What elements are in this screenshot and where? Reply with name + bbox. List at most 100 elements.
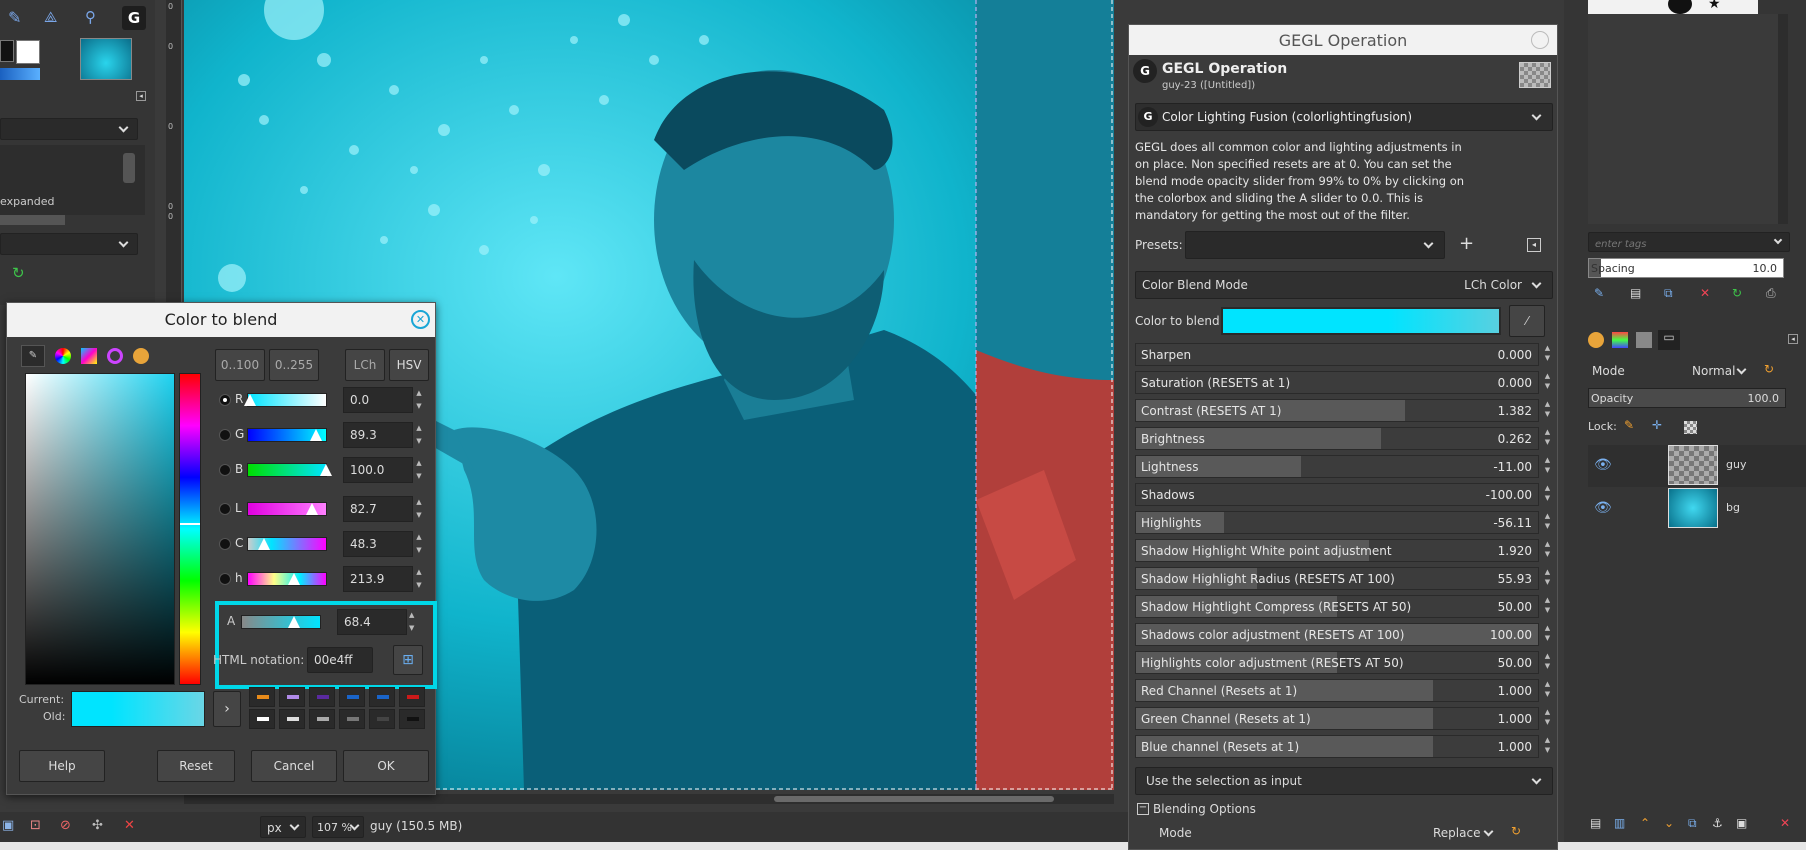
tags-input[interactable]: enter tags: [1588, 232, 1790, 252]
presets-select[interactable]: [1185, 231, 1445, 259]
channel-row-g[interactable]: G 89.3 ▲ ▼: [217, 422, 427, 448]
layers-menu-icon[interactable]: ◂: [1788, 334, 1798, 344]
tool-preset-select[interactable]: [0, 233, 138, 255]
layer-name[interactable]: bg: [1726, 501, 1740, 514]
canvas-hscrollbar[interactable]: [184, 794, 1114, 804]
channel-value[interactable]: 82.7: [343, 496, 413, 522]
alpha-value[interactable]: 68.4: [337, 609, 407, 635]
refresh-brushes-icon[interactable]: ↻: [1732, 286, 1742, 300]
parameter-slider[interactable]: Shadow Highlight White point adjustment 1…: [1135, 539, 1539, 562]
cancel-button[interactable]: Cancel: [251, 750, 337, 782]
layer-name[interactable]: guy: [1726, 458, 1746, 471]
duplicate-brush-icon[interactable]: ⧉: [1664, 286, 1673, 301]
channels-tab-icon[interactable]: [1612, 332, 1628, 348]
history-swatch[interactable]: [369, 709, 395, 729]
dock-icon-4[interactable]: ✣: [92, 818, 103, 833]
lower-layer-icon[interactable]: ⌄: [1664, 816, 1674, 830]
channel-value[interactable]: 100.0: [343, 457, 413, 483]
channel-spin[interactable]: ▲ ▼: [413, 496, 425, 522]
color-picker-icon[interactable]: ⊞: [393, 645, 423, 675]
lock-position-icon[interactable]: ✛: [1652, 418, 1662, 432]
channel-slider[interactable]: [247, 463, 332, 477]
add-preset-icon[interactable]: +: [1459, 233, 1474, 254]
selection-input-select[interactable]: Use the selection as input: [1135, 767, 1553, 795]
wheel-tab-icon[interactable]: [55, 348, 71, 364]
slider-spin[interactable]: ▲ ▼: [1541, 455, 1554, 478]
alpha-spin[interactable]: ▲ ▼: [409, 609, 421, 635]
parameter-slider[interactable]: Highlights -56.11: [1135, 511, 1539, 534]
html-notation-input[interactable]: 00e4ff: [307, 647, 373, 673]
close-icon[interactable]: ✕: [411, 310, 430, 329]
channel-slider[interactable]: [247, 537, 327, 551]
layers-tab-icon[interactable]: [1588, 332, 1604, 348]
range-0-100-button[interactable]: 0..100: [215, 349, 265, 381]
channel-spin[interactable]: ▲ ▼: [413, 531, 425, 557]
channel-radio[interactable]: [219, 429, 231, 441]
channel-value[interactable]: 48.3: [343, 531, 413, 557]
history-swatch[interactable]: [399, 709, 425, 729]
panel-menu-icon[interactable]: ◂: [136, 91, 146, 101]
channel-spin[interactable]: ▲ ▼: [413, 387, 425, 413]
dock-icon-1[interactable]: ▣: [2, 818, 14, 833]
brushes-preview[interactable]: ★: [1588, 0, 1758, 14]
channel-value[interactable]: 0.0: [343, 387, 413, 413]
history-swatch[interactable]: [339, 687, 365, 707]
options-scrollbar[interactable]: [0, 215, 65, 225]
channel-radio[interactable]: [219, 464, 231, 476]
channel-spin[interactable]: ▲ ▼: [413, 422, 425, 448]
parameter-slider[interactable]: Contrast (RESETS AT 1) 1.382: [1135, 399, 1539, 422]
history-swatch[interactable]: [369, 687, 395, 707]
mode-switch-icon[interactable]: ↻: [1511, 824, 1521, 838]
new-brush-icon[interactable]: ▤: [1630, 286, 1641, 300]
slider-spin[interactable]: ▲ ▼: [1541, 735, 1554, 758]
color-square[interactable]: [25, 373, 175, 685]
slider-spin[interactable]: ▲ ▼: [1541, 707, 1554, 730]
slider-spin[interactable]: ▲ ▼: [1541, 399, 1554, 422]
dock-icon-3[interactable]: ⊘: [60, 818, 71, 833]
channel-slider[interactable]: [247, 572, 327, 586]
gegl-icon[interactable]: G: [122, 6, 146, 30]
slider-spin[interactable]: ▲ ▼: [1541, 679, 1554, 702]
history-swatch[interactable]: [339, 709, 365, 729]
parameter-slider[interactable]: Saturation (RESETS at 1) 0.000: [1135, 371, 1539, 394]
parameter-slider[interactable]: Green Channel (Resets at 1) 1.000: [1135, 707, 1539, 730]
scales-tab-icon[interactable]: ✎: [21, 345, 45, 367]
ok-button[interactable]: OK: [343, 750, 429, 782]
history-swatch[interactable]: [279, 687, 305, 707]
eyedropper-icon[interactable]: ⁄: [1509, 305, 1545, 337]
dock-icon-2[interactable]: ⊡: [30, 818, 41, 833]
channel-radio[interactable]: [219, 573, 231, 585]
history-swatch[interactable]: [249, 709, 275, 729]
slider-spin[interactable]: ▲ ▼: [1541, 539, 1554, 562]
layer-opacity-slider[interactable]: Opacity 100.0: [1588, 388, 1786, 408]
slider-spin[interactable]: ▲ ▼: [1541, 371, 1554, 394]
blending-options-label[interactable]: Blending Options: [1153, 802, 1256, 816]
parameter-slider[interactable]: Shadow Highlight Radius (RESETS AT 100) 5…: [1135, 567, 1539, 590]
parameter-slider[interactable]: Red Channel (Resets at 1) 1.000: [1135, 679, 1539, 702]
anchor-layer-icon[interactable]: ⚓: [1712, 816, 1723, 830]
image-thumbnail[interactable]: [80, 38, 132, 80]
slider-spin[interactable]: ▲ ▼: [1541, 343, 1554, 366]
lock-pixels-icon[interactable]: ✎: [1624, 418, 1634, 432]
close-red-icon[interactable]: ✕: [124, 818, 135, 833]
dialog-titlebar[interactable]: Color to blend ✕: [7, 303, 435, 337]
triangle-tab-icon[interactable]: [107, 348, 123, 364]
collapse-icon[interactable]: −: [1137, 803, 1149, 815]
channel-radio[interactable]: [219, 394, 231, 406]
gegl-titlebar[interactable]: GEGL Operation: [1129, 25, 1557, 55]
unit-select[interactable]: px: [260, 816, 306, 838]
help-button[interactable]: Help: [19, 750, 105, 782]
channel-radio[interactable]: [219, 503, 231, 515]
mode-row[interactable]: Mode Replace ↻: [1135, 820, 1553, 848]
paintbrush-icon[interactable]: ✎: [8, 8, 28, 28]
channel-slider[interactable]: [247, 428, 327, 442]
cmyk-tab-icon[interactable]: [81, 348, 97, 364]
reset-button[interactable]: Reset: [157, 750, 235, 782]
edit-brush-icon[interactable]: ✎: [1594, 286, 1604, 300]
refresh-icon[interactable]: ↻: [12, 264, 25, 282]
delete-brush-icon[interactable]: ✕: [1700, 286, 1710, 300]
parameter-slider[interactable]: Shadow Hightlight Compress (RESETS AT 50…: [1135, 595, 1539, 618]
path-icon[interactable]: ⟁: [44, 8, 64, 28]
new-layer-icon[interactable]: ▤: [1590, 816, 1601, 830]
range-0-255-button[interactable]: 0..255: [269, 349, 319, 381]
